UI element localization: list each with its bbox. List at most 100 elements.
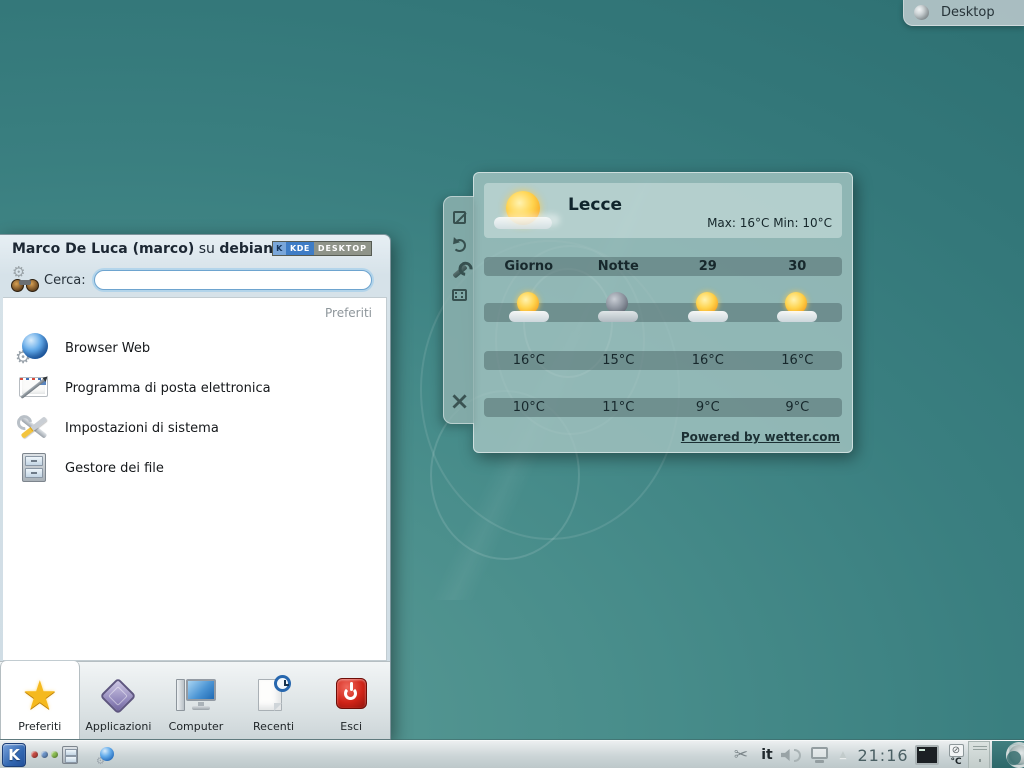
taskbar-panel: K ⚙ ✂ it <box>0 740 1024 768</box>
file-cabinet-icon <box>17 451 51 485</box>
tab-applicazioni[interactable]: Applicazioni <box>80 662 158 739</box>
mini-icon-red[interactable] <box>31 751 38 758</box>
email-icon <box>17 371 51 405</box>
tab-label: Computer <box>169 720 224 733</box>
favorite-label: Impostazioni di sistema <box>65 421 219 436</box>
globe-icon <box>100 747 114 761</box>
terminal-icon <box>915 745 939 765</box>
weather-col-label: Giorno <box>484 257 574 276</box>
powered-by-link[interactable]: Powered by wetter.com <box>681 430 840 444</box>
widget-rotate-button[interactable] <box>444 233 475 257</box>
weather-condition-row <box>484 303 842 322</box>
cloud-glyph <box>494 217 552 229</box>
panel-toolbox-button[interactable] <box>992 741 1024 768</box>
sun-cloud-icon <box>774 292 820 324</box>
tab-label: Recenti <box>253 720 294 733</box>
file-manager-launcher[interactable] <box>62 746 78 764</box>
browser-launcher[interactable]: ⚙ <box>98 747 115 764</box>
weather-condition-cell <box>574 303 664 322</box>
kickoff-tabs: ★ Preferiti Applicazioni Computer Recent… <box>0 661 390 739</box>
panel-mini-icons <box>31 751 58 758</box>
volume-tray-icon[interactable] <box>778 741 804 768</box>
weather-high-temps: 16°C 15°C 16°C 16°C <box>484 351 842 370</box>
close-icon: × <box>449 391 469 411</box>
weather-widget: Lecce Max: 16°C Min: 10°C Giorno Notte 2… <box>473 172 853 453</box>
kde-desktop-badge: K KDE DESKTOP <box>272 241 372 256</box>
computer-icon <box>174 675 218 717</box>
tab-computer[interactable]: Computer <box>157 662 235 739</box>
user-name: Marco De Luca (marco) <box>12 241 194 257</box>
kickoff-menu: Marco De Luca (marco) su debian K KDE DE… <box>0 234 391 740</box>
mini-icon-blue[interactable] <box>41 751 48 758</box>
globe-gear-icon: ⚙ <box>17 331 51 365</box>
keyboard-layout-indicator[interactable]: it <box>756 741 778 768</box>
tray-expander-button[interactable]: ▲ <box>834 741 852 768</box>
weather-column-headers: Giorno Notte 29 30 <box>484 257 842 276</box>
weather-temp: 9°C <box>753 398 843 417</box>
weather-max-min: Max: 16°C Min: 10°C <box>707 216 832 230</box>
resize-icon <box>453 211 466 224</box>
favorite-label: Browser Web <box>65 341 150 356</box>
network-tray-icon[interactable] <box>806 741 832 768</box>
weather-low-temps: 10°C 11°C 9°C 9°C <box>484 398 842 417</box>
triangle-up-icon: ▲ <box>840 750 847 760</box>
weather-temp: 15°C <box>574 351 664 370</box>
sun-cloud-icon <box>685 292 731 324</box>
weather-tray-icon[interactable]: ⊘ °C <box>944 741 968 768</box>
tab-label: Esci <box>340 720 362 733</box>
tab-label: Applicazioni <box>85 720 151 733</box>
kickoff-launcher-button[interactable]: K <box>2 743 26 767</box>
recent-documents-icon <box>252 675 296 717</box>
kde-logo-icon: K <box>273 242 286 255</box>
desktop: Desktop Lecce Max: 16°C Min: 10°C Giorno… <box>0 0 1024 768</box>
digital-clock[interactable]: 21:16 <box>854 741 912 768</box>
widget-resize-button[interactable] <box>444 205 475 229</box>
shortcut-icon <box>452 289 467 301</box>
widget-shortcut-button[interactable] <box>444 283 475 307</box>
widget-configure-button[interactable] <box>444 259 475 283</box>
klipper-tray-icon[interactable]: ✂ <box>730 741 752 768</box>
sun-cloud-icon <box>506 292 552 324</box>
tools-icon <box>17 411 51 445</box>
clock-label: 21:16 <box>857 746 908 765</box>
panel-widget-strip[interactable] <box>968 741 990 768</box>
sun-cloud-icon <box>492 189 556 233</box>
favorite-label: Programma di posta elettronica <box>65 381 271 396</box>
layout-label: it <box>761 747 773 763</box>
speaker-icon <box>781 749 793 761</box>
title-su: su <box>199 241 215 257</box>
favorite-label: Gestore dei file <box>65 461 164 476</box>
weather-temp: 16°C <box>484 351 574 370</box>
kde-logo-icon: K <box>8 746 20 764</box>
weather-temp: 11°C <box>574 398 664 417</box>
tab-recenti[interactable]: Recenti <box>235 662 313 739</box>
weather-unit-label: °C <box>950 758 961 767</box>
favorite-system-settings[interactable]: Impostazioni di sistema <box>3 408 386 448</box>
desktop-toolbox-button[interactable]: Desktop <box>903 0 1024 26</box>
kickoff-content: Preferiti ⚙ Browser Web Programma di pos… <box>3 297 387 661</box>
favorite-browser-web[interactable]: ⚙ Browser Web <box>3 328 386 368</box>
weather-condition-cell <box>753 303 843 322</box>
tab-preferiti[interactable]: ★ Preferiti <box>0 661 80 739</box>
weather-condition-cell <box>484 303 574 322</box>
cashew-icon <box>1006 742 1024 768</box>
monitor-base-icon <box>815 760 824 763</box>
search-input[interactable] <box>94 270 372 290</box>
night-cloud-icon <box>595 292 641 324</box>
tab-label: Preferiti <box>18 720 61 733</box>
kickoff-search-row: ⚙ Cerca: <box>0 265 390 295</box>
widget-handle[interactable]: × <box>443 196 474 424</box>
tab-esci[interactable]: Esci <box>312 662 390 739</box>
mini-icon-green[interactable] <box>51 751 58 758</box>
host-name: debian <box>219 241 273 257</box>
power-icon <box>329 675 373 717</box>
favorite-file-manager[interactable]: Gestore dei file <box>3 448 386 488</box>
favorite-email-program[interactable]: Programma di posta elettronica <box>3 368 386 408</box>
widget-close-button[interactable]: × <box>444 389 475 413</box>
desktop-toolbox-label: Desktop <box>941 5 995 20</box>
weather-temp: 16°C <box>663 351 753 370</box>
wrench-icon <box>452 264 467 278</box>
terminal-tray-icon[interactable] <box>912 741 942 768</box>
weather-temp: 9°C <box>663 398 753 417</box>
search-label: Cerca: <box>44 273 86 288</box>
